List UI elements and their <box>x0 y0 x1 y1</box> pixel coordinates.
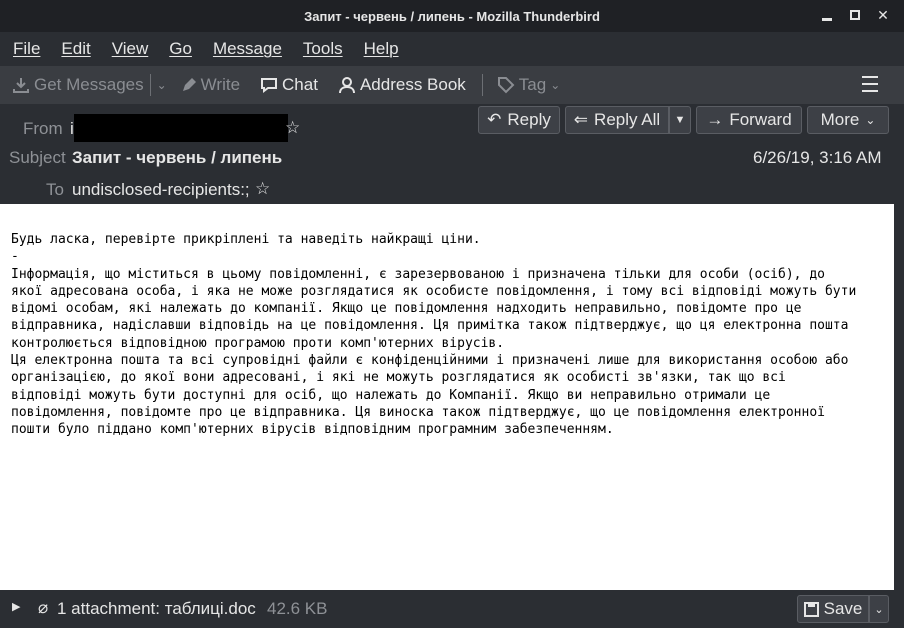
toolbar-separator <box>149 74 151 96</box>
to-label: To <box>46 180 64 199</box>
toolbar-separator <box>481 74 483 96</box>
window-titlebar: Запит - червень / липень - Mozilla Thund… <box>0 0 904 32</box>
chat-button[interactable]: Chat <box>260 75 318 95</box>
menu-icon <box>862 76 878 78</box>
body-line: Ця електронна пошта та всі супровідні фа… <box>11 353 849 369</box>
save-label: Save <box>823 599 863 618</box>
write-button[interactable]: Write <box>181 75 240 95</box>
forward-label: Forward <box>729 110 792 129</box>
star-icon[interactable]: ☆ <box>255 179 270 199</box>
from-label: From <box>23 119 63 138</box>
menu-view[interactable]: View <box>112 39 149 59</box>
tag-button[interactable]: Tag ⌄ <box>497 75 560 95</box>
body-line: відправника, надіславши відповідь на це … <box>11 318 849 334</box>
body-line: відповіді можуть бути доступні для осіб,… <box>11 387 771 403</box>
reply-all-button[interactable]: ⇐ Reply All <box>565 106 669 134</box>
maximize-icon <box>850 10 860 20</box>
more-label: More <box>820 110 860 129</box>
body-line: контролюється відповідною програмою прот… <box>11 335 505 351</box>
menubar: File Edit View Go Message Tools Help <box>0 32 904 66</box>
body-line: повідомлення, повідомте про це відправни… <box>11 404 825 420</box>
paperclip-icon: ⌀ <box>38 598 49 617</box>
reply-label: Reply <box>507 110 551 129</box>
window-title: Запит - червень / липень - Mozilla Thund… <box>304 8 600 24</box>
attachment-bar: ▶ ⌀ 1 attachment: таблиці.doc 42.6 KB <box>0 590 904 628</box>
scrollbar-gutter <box>894 204 904 590</box>
app-menu-button[interactable] <box>862 76 878 92</box>
menu-message[interactable]: Message <box>213 39 282 59</box>
reply-icon: ↶ <box>487 110 502 129</box>
attachment-summary[interactable]: 1 attachment: таблиці.doc <box>57 599 256 619</box>
forward-icon: → <box>706 110 724 129</box>
body-line: пошти було піддано комп'ютерних вірусів … <box>11 422 614 438</box>
message-date: 6/26/19, 3:16 AM <box>753 148 882 167</box>
minimize-icon <box>822 17 832 21</box>
close-icon: ✕ <box>877 6 889 23</box>
chevron-down-icon: ⌄ <box>156 78 167 92</box>
subject-value: Запит - червень / липень <box>72 148 283 167</box>
expand-triangle-icon[interactable]: ▶ <box>12 600 20 613</box>
contact-icon <box>338 77 355 94</box>
address-book-button[interactable]: Address Book <box>338 75 466 95</box>
write-label: Write <box>200 75 241 94</box>
chat-icon <box>261 78 278 93</box>
body-line: Інформація, що міститься в цьому повідом… <box>11 266 825 282</box>
redaction-box <box>74 114 288 142</box>
reply-all-dropdown[interactable]: ▼ <box>669 106 691 134</box>
chat-label: Chat <box>282 75 318 94</box>
save-icon <box>803 601 819 617</box>
forward-button[interactable]: → Forward <box>696 106 802 134</box>
message-body: Будь ласка, перевірте прикріплені та нав… <box>0 204 894 590</box>
maximize-button[interactable] <box>848 8 862 22</box>
subject-label: Subject <box>9 148 66 167</box>
menu-tools[interactable]: Tools <box>303 39 343 59</box>
star-icon[interactable]: ☆ <box>285 118 300 138</box>
body-line: відомі особам, які належать до компанії.… <box>11 301 802 317</box>
menu-help[interactable]: Help <box>364 39 399 59</box>
to-value[interactable]: undisclosed-recipients:; <box>72 180 250 200</box>
message-header: From i ☆ ↶ Reply ⇐ Reply All ▼ → Forward… <box>0 104 904 204</box>
save-dropdown[interactable]: ⌄ <box>869 595 889 623</box>
minimize-button[interactable] <box>820 8 834 22</box>
chevron-down-icon: ▼ <box>674 114 686 126</box>
pencil-icon <box>182 78 196 91</box>
address-book-label: Address Book <box>359 75 466 94</box>
get-messages-label: Get Messages <box>34 75 144 94</box>
close-button[interactable]: ✕ <box>876 6 890 23</box>
reply-all-label: Reply All <box>594 110 661 129</box>
body-line: - <box>11 249 19 265</box>
menu-file[interactable]: File <box>13 39 40 59</box>
download-icon <box>13 78 29 93</box>
body-line: якої адресована особа, і яка не може роз… <box>11 283 857 299</box>
reply-all-icon: ⇐ <box>573 110 589 129</box>
get-messages-dropdown[interactable]: ⌄ <box>157 78 167 92</box>
chevron-down-icon: ⌄ <box>865 113 876 127</box>
get-messages-button[interactable]: Get Messages <box>12 75 144 95</box>
main-toolbar: Get Messages ⌄ Write Chat Address Book T… <box>0 66 904 104</box>
reply-button[interactable]: ↶ Reply <box>478 106 560 134</box>
tag-icon <box>497 77 515 94</box>
chevron-down-icon: ⌄ <box>550 78 561 92</box>
more-button[interactable]: More ⌄ <box>807 106 889 134</box>
attachment-size: 42.6 KB <box>267 599 328 618</box>
body-line: Будь ласка, перевірте прикріплені та нав… <box>11 232 481 247</box>
tag-label: Tag <box>518 75 547 94</box>
menu-go[interactable]: Go <box>169 39 192 59</box>
menu-edit[interactable]: Edit <box>61 39 90 59</box>
body-line: організацією, до якої вони адресовані, і… <box>11 370 786 386</box>
save-attachment-button[interactable]: Save <box>797 595 869 623</box>
chevron-down-icon: ⌄ <box>874 603 884 616</box>
